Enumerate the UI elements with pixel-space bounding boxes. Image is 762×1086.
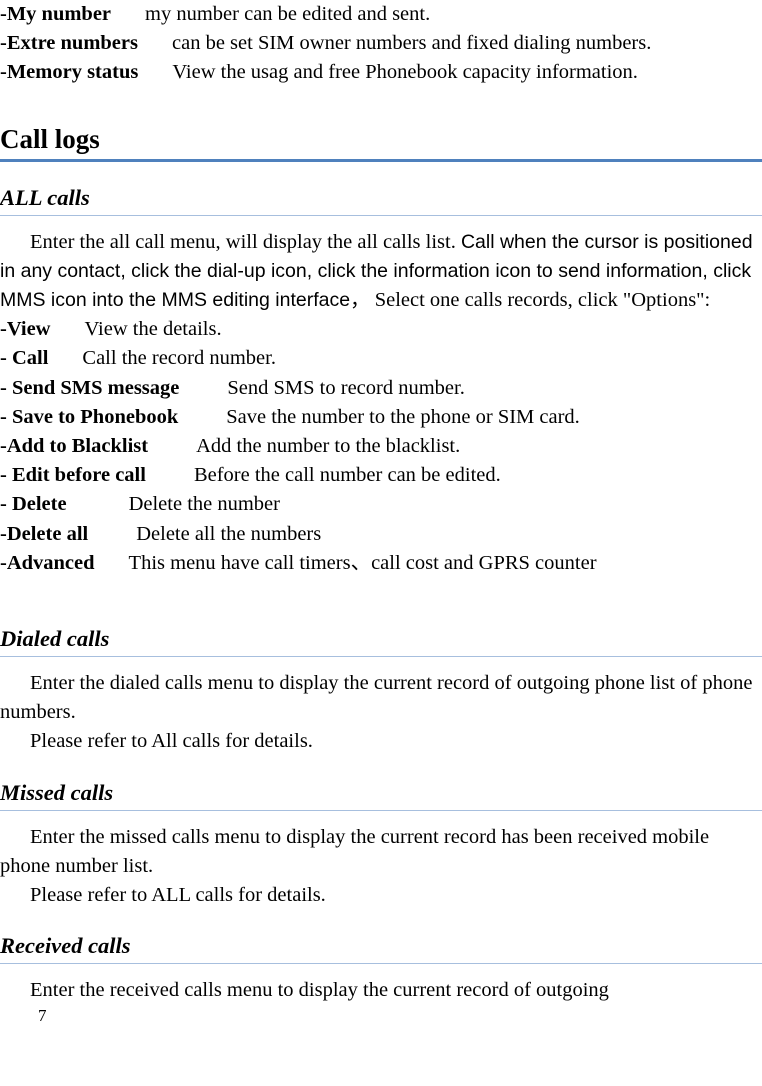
option-description: Send SMS to record number.	[227, 376, 465, 399]
document-page: -My number my number can be edited and se…	[0, 0, 762, 1086]
option-description: Delete all the numbers	[136, 522, 322, 545]
received-calls-body: Enter the received calls menu to display…	[30, 979, 609, 1002]
option-label: - Call	[0, 347, 49, 370]
option-item: - Call Call the record number.	[0, 344, 762, 373]
option-label: - Delete	[0, 493, 67, 516]
heading-received-calls: Received calls	[0, 932, 762, 965]
option-item: -Add to Blacklist Add the number to the b…	[0, 432, 762, 461]
option-item: - Edit before call Before the call number…	[0, 461, 762, 490]
entry-label: -Memory status	[0, 61, 139, 84]
option-item: - Delete Delete the number	[0, 490, 762, 519]
option-label: -Add to Blacklist	[0, 435, 149, 458]
entry-my-number: -My number my number can be edited and se…	[0, 0, 762, 29]
entry-memory-status: -Memory status View the usag and free Pho…	[0, 58, 762, 87]
option-description: Delete the number	[128, 493, 280, 516]
option-description: Save the number to the phone or SIM card…	[226, 405, 580, 428]
missed-calls-body: Enter the missed calls menu to display t…	[0, 825, 710, 877]
heading-missed-calls: Missed calls	[0, 779, 762, 811]
heading-dialed-calls: Dialed calls	[0, 625, 762, 658]
option-item: -Delete all Delete all the numbers	[0, 520, 762, 549]
option-label: - Send SMS message	[0, 376, 180, 399]
entry-description: View the usag and free Phonebook capacit…	[172, 61, 638, 84]
option-label: -Advanced	[0, 551, 95, 574]
entry-label: -My number	[0, 3, 112, 25]
heading-call-logs: Call logs	[0, 122, 762, 162]
option-description: Call the record number.	[82, 347, 276, 370]
entry-description: my number can be edited and sent.	[145, 3, 431, 25]
option-description: View the details.	[84, 318, 222, 341]
intro-serif-lead: Enter the all call menu, will display th…	[30, 230, 461, 253]
option-item: -Advanced This menu have call timers、call…	[0, 549, 762, 578]
heading-all-calls: ALL calls	[0, 184, 762, 216]
entry-label: -Extre numbers	[0, 32, 138, 55]
option-item: - Save to Phonebook Save the number to th…	[0, 403, 762, 432]
option-item: - Send SMS message Send SMS to record num…	[0, 374, 762, 403]
option-label: - Save to Phonebook	[0, 405, 179, 428]
option-description: This menu have call timers、call cost and…	[128, 551, 597, 574]
option-description: Before the call number can be edited.	[193, 464, 501, 487]
dialed-calls-body: Enter the dialed calls menu to display t…	[0, 672, 753, 724]
all-calls-intro: Enter the all call menu, will display th…	[0, 228, 762, 316]
entry-description: can be set SIM owner numbers and fixed d…	[172, 32, 652, 55]
entry-extre-numbers: -Extre numbers can be set SIM owner numbe…	[0, 29, 762, 58]
missed-calls-refer: Please refer to ALL calls for details.	[30, 884, 326, 907]
option-description: Add the number to the blacklist.	[196, 435, 461, 458]
page-number: 7	[38, 1006, 47, 1026]
option-label: - Edit before call	[0, 464, 146, 487]
intro-serif-tail: Select one calls records, click "Options…	[369, 289, 711, 312]
option-item: -View View the details.	[0, 315, 762, 344]
option-label: -Delete all	[0, 522, 89, 545]
dialed-calls-refer: Please refer to All calls for details.	[30, 730, 313, 753]
option-label: -View	[0, 318, 51, 341]
